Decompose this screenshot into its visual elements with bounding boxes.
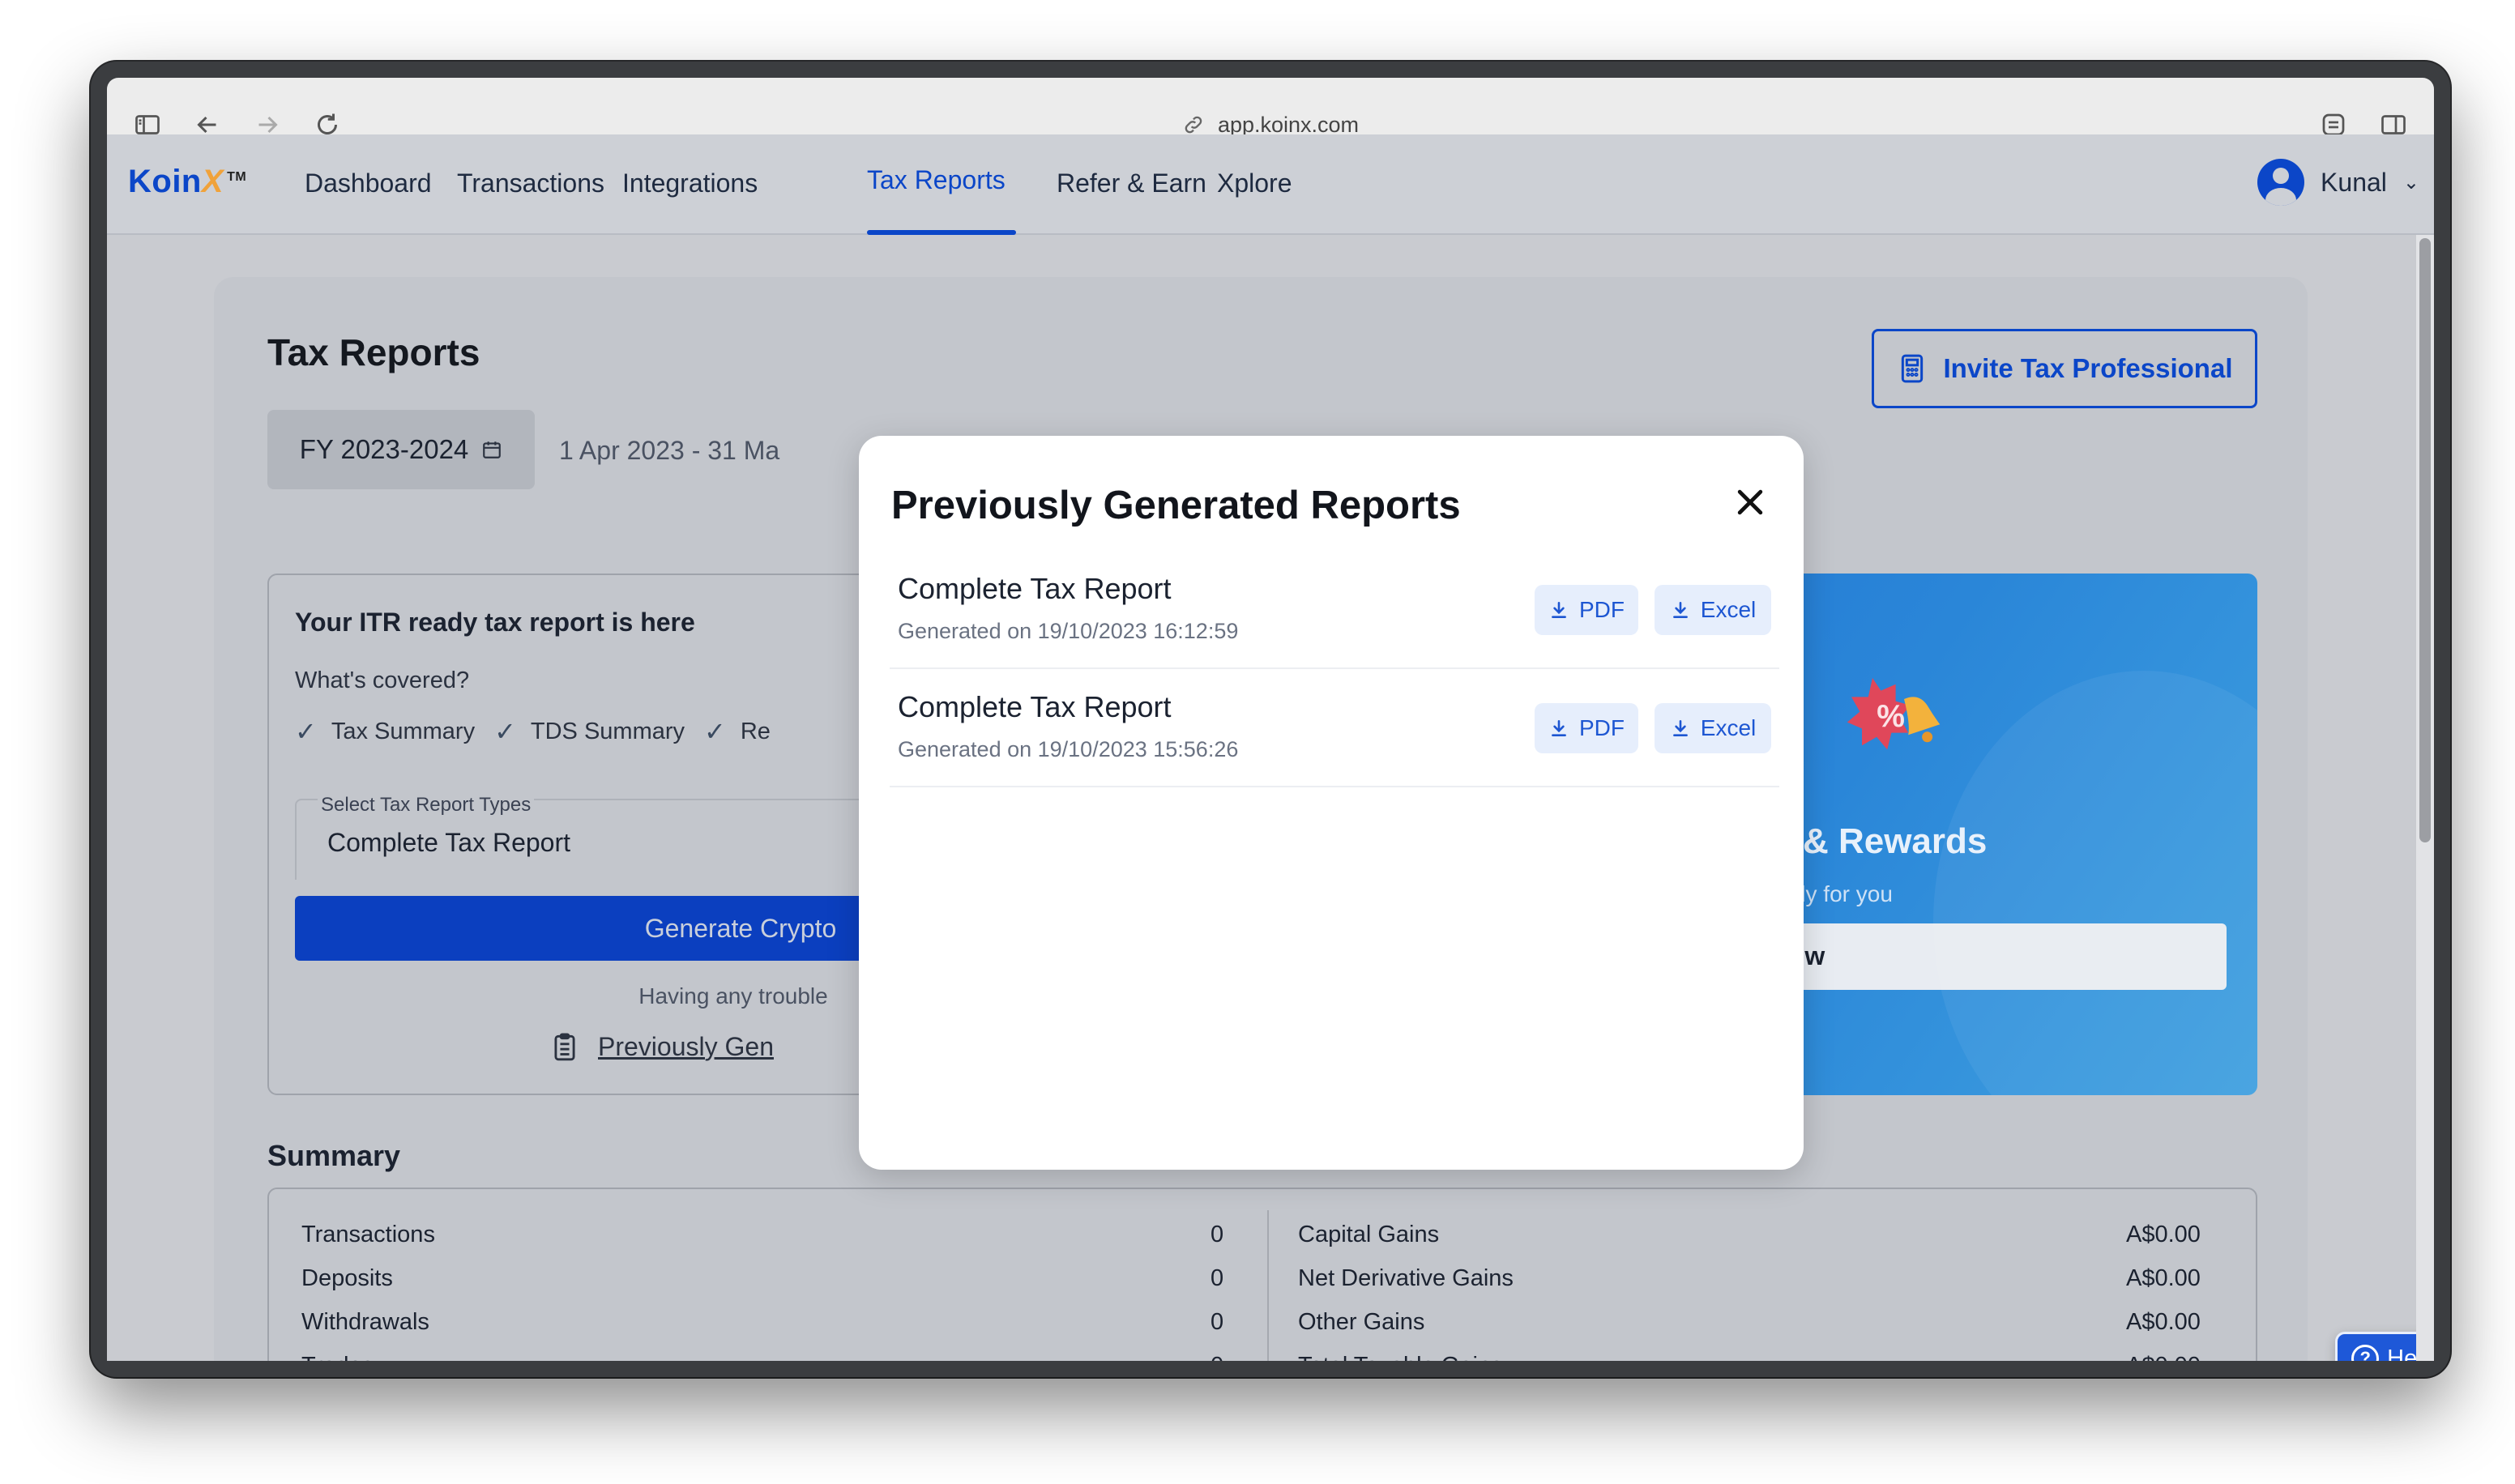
date-range: 1 Apr 2023 - 31 Ma bbox=[559, 436, 780, 465]
covered-list: ✓ Tax Summary ✓ TDS Summary ✓ Re bbox=[295, 716, 771, 747]
summary-label: Trades bbox=[301, 1353, 374, 1361]
summary-value: 0 bbox=[1211, 1353, 1223, 1361]
report-generated-date: Generated on 19/10/2023 15:56:26 bbox=[898, 737, 1239, 761]
download-excel-button[interactable]: Excel bbox=[1655, 703, 1771, 753]
summary-value: 0 bbox=[1211, 1309, 1224, 1335]
itr-title: Your ITR ready tax report is here bbox=[295, 608, 695, 637]
report-name: Complete Tax Report bbox=[898, 690, 1172, 723]
page-viewport: KoinX TM Dashboard Transactions Integrati… bbox=[107, 134, 2434, 1361]
check-icon: ✓ bbox=[704, 717, 726, 746]
report-name: Complete Tax Report bbox=[898, 572, 1172, 605]
check-icon: ✓ bbox=[295, 717, 317, 746]
fy-label: FY 2023-2024 bbox=[299, 434, 469, 464]
summary-value: 0 bbox=[1211, 1265, 1224, 1291]
summary-label: Deposits bbox=[301, 1265, 393, 1291]
avatar bbox=[2257, 159, 2305, 206]
nav-dashboard[interactable]: Dashboard bbox=[305, 168, 432, 198]
calculator-icon bbox=[1902, 354, 1924, 383]
koinx-logo[interactable]: KoinX TM bbox=[128, 164, 246, 200]
previously-generated-link[interactable]: Previously Gen bbox=[549, 1029, 774, 1064]
previous-reports-modal: Previously Generated Reports Complete Ta… bbox=[859, 436, 1804, 1170]
page-scrollbar[interactable] bbox=[2416, 235, 2434, 1361]
summary-label: Total Taxable Gains bbox=[1298, 1353, 1503, 1361]
calendar-icon bbox=[483, 441, 502, 458]
url-text: app.koinx.com bbox=[1217, 112, 1360, 137]
app-navbar: KoinX TM Dashboard Transactions Integrati… bbox=[107, 134, 2434, 235]
fy-selector[interactable]: FY 2023-2024 bbox=[267, 410, 535, 489]
active-tab-indicator bbox=[867, 230, 1016, 235]
help-icon: ? bbox=[2351, 1345, 2380, 1361]
user-menu[interactable]: Kunal ⌄ bbox=[2257, 159, 2419, 206]
covered-label: What's covered? bbox=[295, 667, 470, 693]
summary-label: Withdrawals bbox=[301, 1309, 429, 1335]
select-label: Select Tax Report Types bbox=[318, 794, 535, 817]
summary-panel: Transactions 0 Deposits 0 Withdrawals 0 … bbox=[267, 1188, 2257, 1361]
summary-label: Net Derivative Gains bbox=[1298, 1265, 1514, 1291]
check-icon: ✓ bbox=[494, 717, 516, 746]
download-icon bbox=[1552, 720, 1566, 736]
summary-title: Summary bbox=[267, 1139, 401, 1172]
nav-integrations[interactable]: Integrations bbox=[622, 168, 758, 198]
covered-item: ✓ Tax Summary bbox=[295, 717, 476, 746]
page-title: Tax Reports bbox=[267, 331, 480, 373]
invite-tax-professional-button[interactable]: Invite Tax Professional bbox=[1872, 329, 2257, 408]
download-excel-button[interactable]: Excel bbox=[1655, 585, 1771, 635]
scrollbar-thumb[interactable] bbox=[2419, 238, 2431, 842]
download-icon bbox=[1552, 602, 1566, 618]
nav-xplore[interactable]: Xplore bbox=[1217, 168, 1292, 198]
link-icon bbox=[1185, 116, 1202, 134]
modal-title: Previously Generated Reports bbox=[891, 484, 1461, 527]
summary-label: Other Gains bbox=[1298, 1309, 1425, 1335]
browser-window: app.koinx.com KoinX TM Dashboard Transact… bbox=[91, 62, 2450, 1377]
clipboard-icon bbox=[554, 1033, 575, 1061]
report-row: Complete Tax Report Generated on 19/10/2… bbox=[890, 552, 1779, 669]
user-name: Kunal bbox=[2321, 167, 2387, 197]
summary-divider bbox=[1267, 1210, 1269, 1361]
chevron-down-icon: ⌄ bbox=[2402, 171, 2419, 194]
summary-value: A$0.00 bbox=[2126, 1222, 2201, 1247]
summary-label: Transactions bbox=[301, 1222, 435, 1247]
close-icon[interactable] bbox=[1732, 484, 1768, 520]
invite-label: Invite Tax Professional bbox=[1943, 353, 2233, 383]
svg-text:%: % bbox=[1877, 699, 1905, 734]
discount-bell-icon: % bbox=[1847, 678, 1941, 750]
download-icon bbox=[1672, 602, 1688, 618]
summary-value: 0 bbox=[1211, 1222, 1224, 1247]
download-pdf-button[interactable]: PDF bbox=[1535, 703, 1638, 753]
download-icon bbox=[1672, 720, 1688, 736]
summary-value: A$0.00 bbox=[2126, 1353, 2201, 1361]
previously-generated-label: Previously Gen bbox=[598, 1031, 774, 1061]
summary-value: A$0.00 bbox=[2126, 1309, 2201, 1335]
nav-refer-earn[interactable]: Refer & Earn bbox=[1057, 168, 1206, 198]
download-pdf-button[interactable]: PDF bbox=[1535, 585, 1638, 635]
summary-label: Capital Gains bbox=[1298, 1222, 1440, 1247]
select-value: Complete Tax Report bbox=[327, 828, 570, 857]
covered-item: ✓ Re bbox=[704, 717, 771, 746]
summary-value: A$0.00 bbox=[2126, 1265, 2201, 1291]
covered-item: ✓ TDS Summary bbox=[494, 717, 685, 746]
nav-transactions[interactable]: Transactions bbox=[457, 168, 604, 198]
report-generated-date: Generated on 19/10/2023 16:12:59 bbox=[898, 619, 1239, 643]
report-row: Complete Tax Report Generated on 19/10/2… bbox=[890, 671, 1779, 787]
nav-tax-reports[interactable]: Tax Reports bbox=[867, 165, 1006, 195]
